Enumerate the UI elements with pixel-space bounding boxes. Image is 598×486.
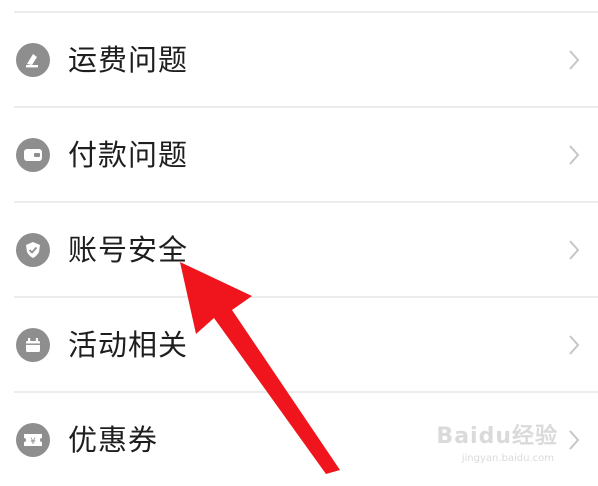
menu-item-payment[interactable]: 付款问题 [0, 109, 598, 201]
menu-item-activities[interactable]: 活动相关 [0, 299, 598, 391]
chevron-right-icon [569, 145, 580, 165]
divider [14, 201, 598, 203]
divider [14, 11, 598, 13]
menu-item-account-security[interactable]: 账号安全 [0, 204, 598, 296]
divider [14, 391, 598, 393]
chevron-right-icon [569, 335, 580, 355]
help-menu-list: 运费问题 付款问题 账号安全 活动相关 ¥ 优惠券 [0, 0, 598, 474]
wallet-icon [16, 138, 50, 172]
divider [14, 296, 598, 298]
menu-item-label: 优惠券 [68, 423, 159, 457]
shipping-fee-icon [16, 43, 50, 77]
divider [14, 106, 598, 108]
menu-item-label: 付款问题 [68, 138, 189, 172]
chevron-right-icon [569, 50, 580, 70]
menu-item-shipping[interactable]: 运费问题 [0, 14, 598, 106]
menu-item-label: 账号安全 [68, 233, 189, 267]
svg-text:¥: ¥ [30, 437, 36, 447]
menu-item-label: 活动相关 [68, 328, 189, 362]
calendar-gift-icon [16, 328, 50, 362]
watermark-logo: Baidu经验 [436, 424, 558, 449]
watermark-url: jingyan.baidu.com [461, 453, 554, 464]
shield-icon [16, 233, 50, 267]
chevron-right-icon [569, 240, 580, 260]
coupon-icon: ¥ [16, 423, 50, 457]
menu-item-label: 运费问题 [68, 43, 189, 77]
chevron-right-icon [569, 430, 580, 450]
